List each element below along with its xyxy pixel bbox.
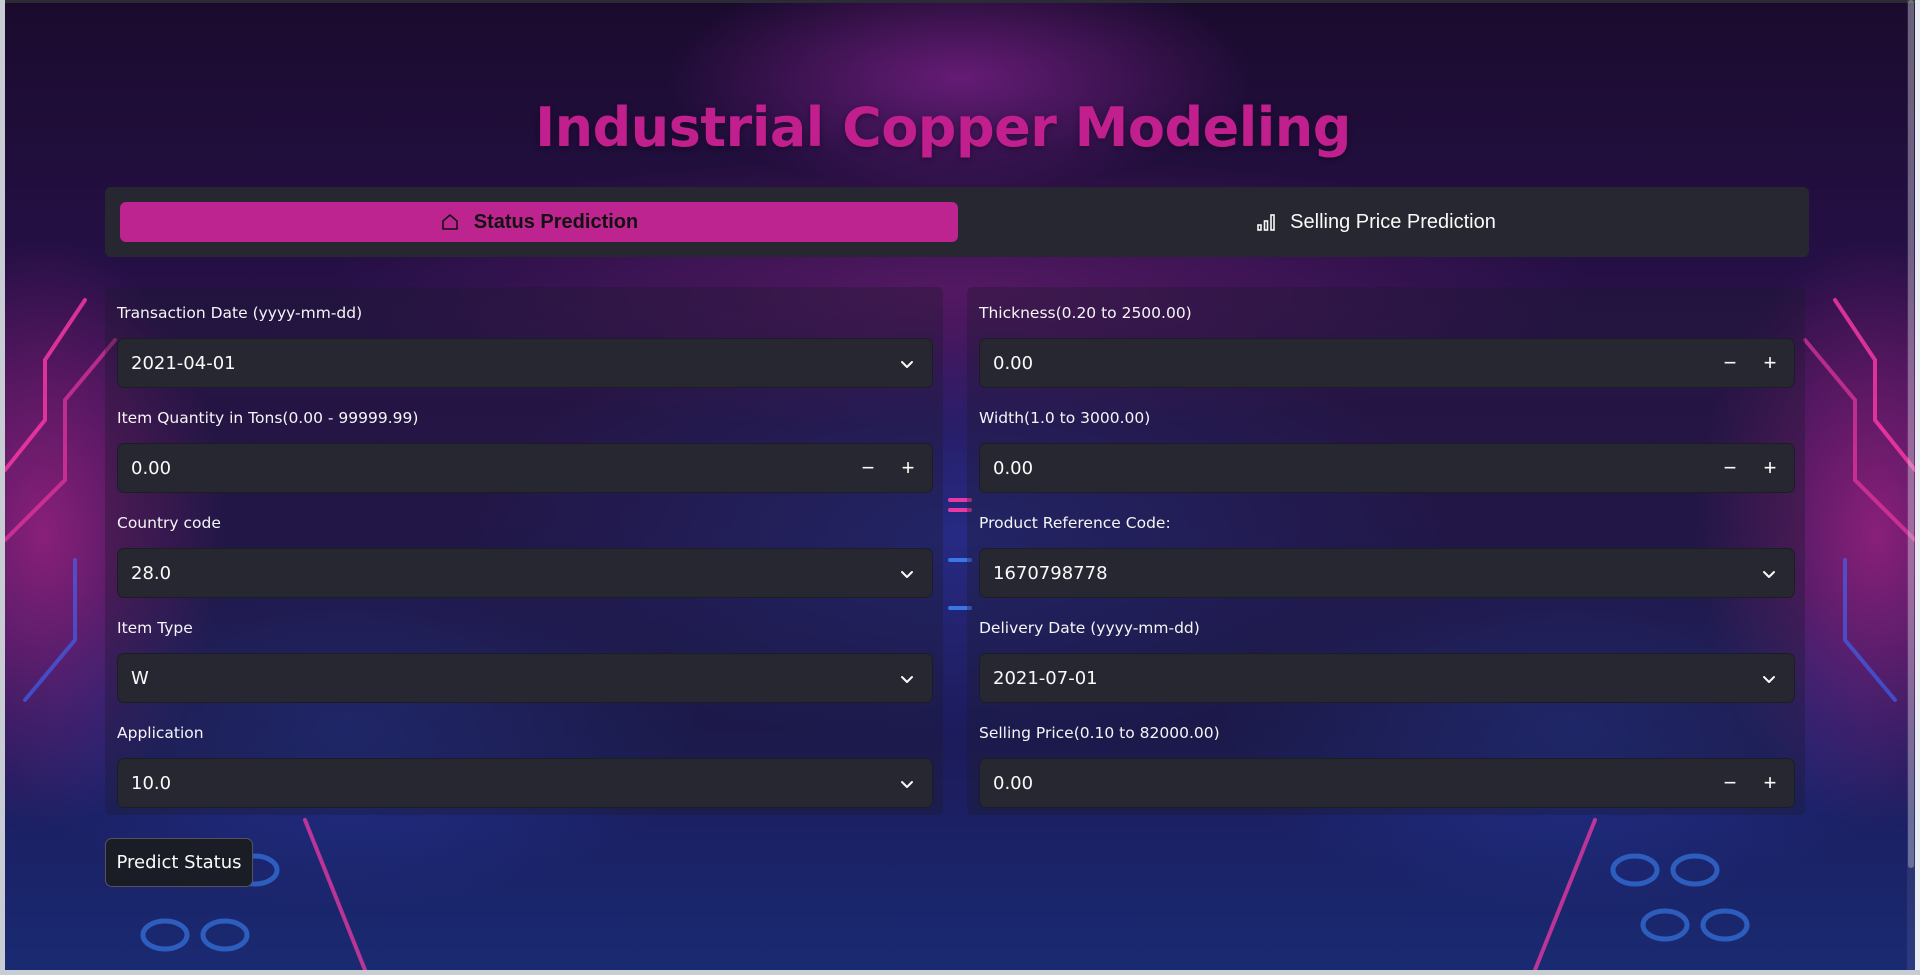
field-label: Width(1.0 to 3000.00) [979,409,1151,427]
input-value: 0.00 [993,352,1034,374]
chevron-down-icon [897,669,917,694]
tab-label: Status Prediction [473,210,639,233]
width-input[interactable]: 0.00 − + [979,443,1795,493]
thickness-input[interactable]: 0.00 − + [979,338,1795,388]
decrement-button[interactable]: − [1710,444,1750,492]
item-type-select[interactable]: W [117,653,933,703]
decrement-button[interactable]: − [1710,759,1750,807]
field-label: Application [117,724,204,742]
scrollbar-track[interactable] [1907,0,1915,970]
left-form-column: Transaction Date (yyyy-mm-dd) 2021-04-01… [105,287,943,815]
selling-price-input[interactable]: 0.00 − + [979,758,1795,808]
page-title: Industrial Copper Modeling [535,96,1351,159]
field-label: Item Type [117,619,193,637]
field-label: Transaction Date (yyyy-mm-dd) [117,304,363,322]
field-label: Country code [117,514,221,532]
select-value: 10.0 [131,772,172,794]
width-field: Width(1.0 to 3000.00) 0.00 − + [979,409,1795,493]
input-value: 0.00 [993,772,1034,794]
increment-button[interactable]: + [1750,759,1790,807]
increment-button[interactable]: + [1750,444,1790,492]
tab-label: Selling Price Prediction [1290,210,1496,233]
field-label: Delivery Date (yyyy-mm-dd) [979,619,1200,637]
scrollbar-thumb[interactable] [1908,0,1914,868]
thickness-field: Thickness(0.20 to 2500.00) 0.00 − + [979,304,1795,388]
bar-chart-icon [1256,212,1276,232]
home-icon [440,212,460,232]
increment-button[interactable]: + [888,444,928,492]
tab-selling-price-prediction[interactable]: Selling Price Prediction [957,202,1795,242]
field-label: Product Reference Code: [979,514,1171,532]
item-quantity-input[interactable]: 0.00 − + [117,443,933,493]
chevron-down-icon [897,564,917,589]
select-value: 28.0 [131,562,172,584]
select-value: 2021-07-01 [993,667,1098,689]
select-value: 1670798778 [993,562,1108,584]
field-label: Selling Price(0.10 to 82000.00) [979,724,1220,742]
top-border [5,0,1915,3]
application-select[interactable]: 10.0 [117,758,933,808]
delivery-date-select[interactable]: 2021-07-01 [979,653,1795,703]
product-reference-select[interactable]: 1670798778 [979,548,1795,598]
country-code-select[interactable]: 28.0 [117,548,933,598]
right-form-column: Thickness(0.20 to 2500.00) 0.00 − + Widt… [967,287,1805,815]
tab-status-prediction[interactable]: Status Prediction [120,202,958,242]
country-code-field: Country code 28.0 [117,514,933,598]
predict-status-button[interactable]: Predict Status [105,838,253,887]
item-type-field: Item Type W [117,619,933,703]
app-background: Industrial Copper Modeling Status Predic… [5,0,1915,970]
input-value: 0.00 [131,457,172,479]
decrement-button[interactable]: − [848,444,888,492]
delivery-date-field: Delivery Date (yyyy-mm-dd) 2021-07-01 [979,619,1795,703]
chevron-down-icon [1759,564,1779,589]
field-label: Thickness(0.20 to 2500.00) [979,304,1192,322]
application-field: Application 10.0 [117,724,933,808]
selling-price-field: Selling Price(0.10 to 82000.00) 0.00 − + [979,724,1795,808]
increment-button[interactable]: + [1750,339,1790,387]
transaction-date-field: Transaction Date (yyyy-mm-dd) 2021-04-01 [117,304,933,388]
chevron-down-icon [897,354,917,379]
tab-bar: Status Prediction Selling Price Predicti… [105,187,1809,257]
chevron-down-icon [1759,669,1779,694]
select-value: W [131,667,149,689]
chevron-down-icon [897,774,917,799]
select-value: 2021-04-01 [131,352,236,374]
decrement-button[interactable]: − [1710,339,1750,387]
field-label: Item Quantity in Tons(0.00 - 99999.99) [117,409,419,427]
product-reference-field: Product Reference Code: 1670798778 [979,514,1795,598]
item-quantity-field: Item Quantity in Tons(0.00 - 99999.99) 0… [117,409,933,493]
transaction-date-select[interactable]: 2021-04-01 [117,338,933,388]
window-bottom-edge [0,970,1920,975]
input-value: 0.00 [993,457,1034,479]
window-left-edge [0,0,5,975]
